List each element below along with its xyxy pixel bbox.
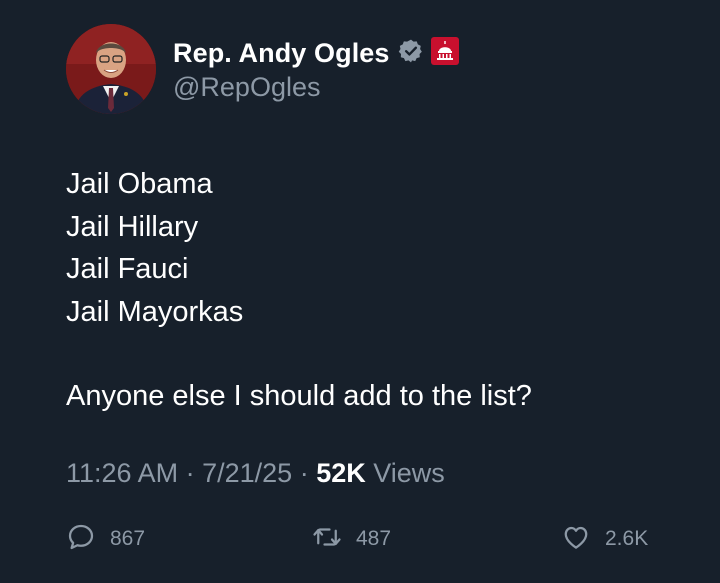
handle[interactable]: @RepOgles [173,72,460,103]
tweet-meta: 11:26 AM · 7/21/25 · 52K Views [66,458,445,489]
reply-button[interactable]: 867 [66,521,145,557]
display-name[interactable]: Rep. Andy Ogles [173,38,390,69]
views-label: Views [373,458,445,488]
author-names: Rep. Andy Ogles @RepOgles [173,36,460,103]
like-count: 2.6K [605,527,649,550]
tweet-text: Jail Obama Jail Hillary Jail Fauci Jail … [66,163,686,418]
verified-badge-icon[interactable] [390,38,424,69]
views-count[interactable]: 52K [316,458,366,488]
tweet-line-1: Jail Obama [66,168,213,200]
retweet-count: 487 [356,527,392,550]
tweet-line-4: Jail Mayorkas [66,295,244,328]
reply-count: 867 [110,527,146,550]
government-badge-icon[interactable] [424,36,460,71]
meta-separator: · [185,458,203,488]
action-bar: 867 487 2.6K [0,521,720,557]
tweet-header: Rep. Andy Ogles @RepOgles [66,24,686,116]
tweet-question: Anyone else I should add to the list? [66,380,532,412]
reply-icon [66,522,96,557]
timestamp-time[interactable]: 11:26 AM [66,458,178,488]
retweet-icon [312,522,342,557]
name-row: Rep. Andy Ogles [173,36,460,70]
avatar[interactable] [66,24,156,114]
heart-icon [561,522,591,557]
timestamp-date[interactable]: 7/21/25 [202,458,292,488]
tweet-line-3: Jail Fauci [66,253,189,285]
like-button[interactable]: 2.6K [561,521,648,557]
tweet-line-2: Jail Hillary [66,210,199,243]
retweet-button[interactable]: 487 [312,521,391,557]
meta-separator: · [299,458,317,488]
